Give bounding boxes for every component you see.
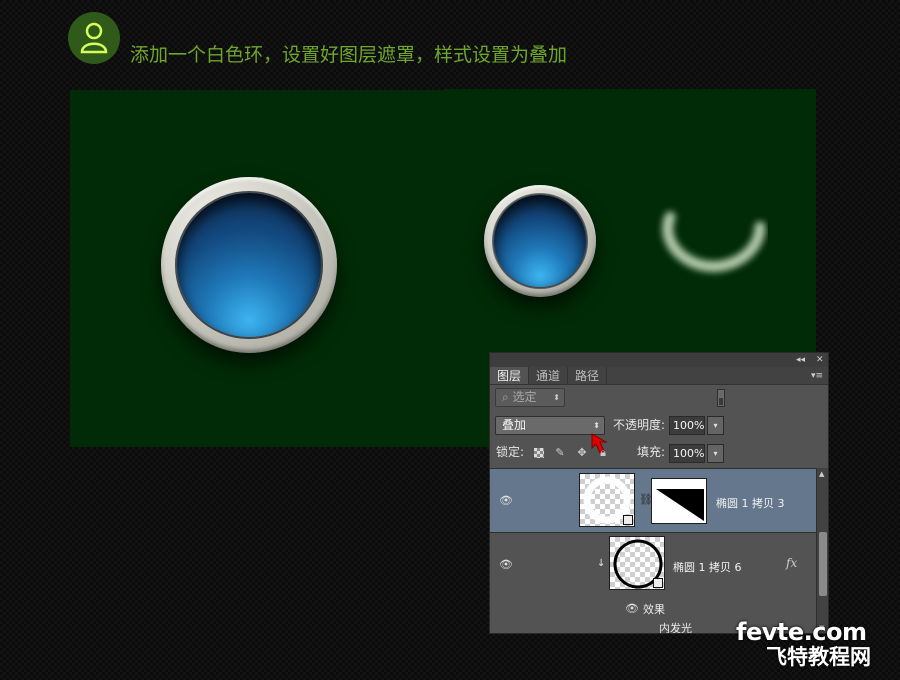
smart-object-badge-icon	[623, 515, 633, 525]
tab-channels[interactable]: 通道	[529, 367, 569, 384]
filter-toggle-switch[interactable]	[717, 389, 725, 407]
tab-paths[interactable]: 路径	[568, 367, 608, 384]
canvas-large-button	[70, 90, 444, 447]
chevron-updown-icon: ⬍	[553, 393, 560, 402]
layer-thumbnail	[579, 473, 635, 527]
layer-row-selected[interactable]: 👁︎ ⛓︎ 椭圆 1 拷贝 3	[490, 469, 816, 533]
scrollbar-thumb[interactable]	[819, 532, 827, 596]
panel-menu-icon[interactable]: ▾≡	[811, 367, 823, 385]
close-icon[interactable]: ✕	[816, 353, 824, 367]
blend-mode-value: 叠加	[502, 418, 527, 432]
visibility-eye-icon[interactable]: 👁︎	[499, 559, 513, 570]
effects-label[interactable]: 效果	[643, 601, 665, 617]
layer-name[interactable]: 椭圆 1 拷贝 3	[716, 495, 785, 511]
layer-mask-thumbnail[interactable]	[651, 478, 707, 524]
layer-thumbnail	[609, 536, 665, 590]
layer-filter-select[interactable]: ⌕ 选定 ⬍	[495, 388, 565, 407]
effects-visibility-eye-icon[interactable]: 👁︎	[625, 603, 639, 614]
layers-scrollbar[interactable]: ▲ ▼	[816, 468, 828, 633]
mask-gradient-graphic	[652, 479, 706, 523]
blue-well-large	[177, 193, 321, 337]
search-icon: ⌕	[502, 390, 513, 404]
scroll-up-icon[interactable]: ▲	[819, 470, 824, 478]
filter-label: 选定	[512, 390, 537, 404]
watermark-site-name: 飞特教程网	[766, 645, 871, 669]
step-title: 添加一个白色环，设置好图层遮罩，样式设置为叠加	[130, 44, 568, 66]
site-watermark: fevte.com 飞特教程网	[736, 618, 896, 676]
panel-tabs: 图层 通道 路径 ▾≡	[490, 367, 828, 385]
fill-dropdown-button[interactable]: ▾	[707, 444, 724, 463]
blue-well-small	[494, 195, 586, 287]
opacity-input[interactable]: 100%	[669, 416, 705, 435]
fx-icon[interactable]: fx	[786, 556, 797, 570]
opacity-dropdown-button[interactable]: ▾	[707, 416, 724, 435]
fill-input[interactable]: 100%	[669, 444, 705, 463]
layers-panel: ◂◂ ✕ 图层 通道 路径 ▾≡ ⌕ 选定 ⬍ 叠加 ⬍ 不透明度: 100% …	[489, 352, 829, 634]
opacity-label: 不透明度:	[613, 418, 666, 432]
watermark-domain: fevte.com	[736, 618, 867, 646]
panel-topbar: ◂◂ ✕	[490, 353, 828, 367]
white-ring-glow-arc	[662, 211, 766, 273]
layer-name[interactable]: 椭圆 1 拷贝 6	[673, 559, 742, 575]
smart-object-badge-icon	[653, 578, 663, 588]
lock-transparent-pixels-icon[interactable]	[534, 448, 544, 458]
layers-list: 👁︎ ⛓︎ 椭圆 1 拷贝 3 👁︎ ↓ 椭圆 1 拷贝 6 fx 👁︎ 效果 …	[490, 468, 816, 633]
clipping-mask-arrow-icon: ↓	[597, 558, 606, 569]
lock-all-icon[interactable]: 🔒︎	[597, 447, 609, 459]
lock-position-move-icon[interactable]: ✥	[576, 447, 588, 459]
visibility-eye-icon[interactable]: 👁︎	[499, 495, 513, 506]
effect-inner-glow[interactable]: 内发光	[659, 620, 692, 633]
person-outline-icon	[80, 22, 108, 54]
collapse-icon[interactable]: ◂◂	[796, 353, 805, 367]
lock-image-pixels-brush-icon[interactable]: ✎	[554, 447, 566, 459]
tab-layers[interactable]: 图层	[490, 367, 530, 384]
step-badge-person-outline-icon	[68, 12, 120, 64]
fill-label: 填充:	[637, 445, 666, 459]
lock-label: 锁定:	[496, 445, 525, 459]
